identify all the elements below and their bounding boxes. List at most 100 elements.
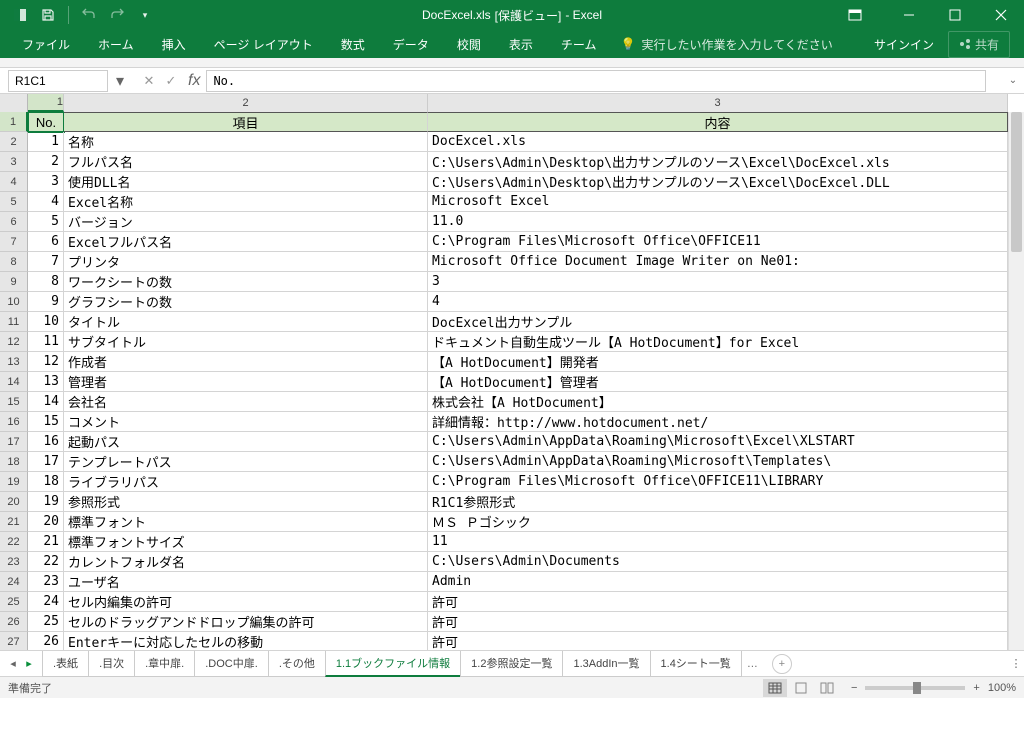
- cell-content[interactable]: C:\Users\Admin\AppData\Roaming\Microsoft…: [428, 432, 1008, 452]
- row-header[interactable]: 4: [0, 172, 28, 192]
- cell-item[interactable]: 標準フォント: [64, 512, 428, 532]
- cell-no[interactable]: 12: [28, 352, 64, 372]
- row-header[interactable]: 15: [0, 392, 28, 412]
- cell-no-header[interactable]: No.: [28, 112, 64, 132]
- cell-item[interactable]: セルのドラッグアンドドロップ編集の許可: [64, 612, 428, 632]
- tab-split-handle[interactable]: ⋮: [1008, 657, 1024, 670]
- cell-item[interactable]: カレントフォルダ名: [64, 552, 428, 572]
- cell-content[interactable]: C:\Users\Admin\AppData\Roaming\Microsoft…: [428, 452, 1008, 472]
- cell-item[interactable]: タイトル: [64, 312, 428, 332]
- tab-formulas[interactable]: 数式: [327, 30, 379, 58]
- row-header[interactable]: 8: [0, 252, 28, 272]
- row-header[interactable]: 6: [0, 212, 28, 232]
- row-header[interactable]: 5: [0, 192, 28, 212]
- column-header[interactable]: 1: [28, 94, 64, 112]
- cell-no[interactable]: 1: [28, 132, 64, 152]
- cell-no[interactable]: 15: [28, 412, 64, 432]
- tab-team[interactable]: チーム: [547, 30, 611, 58]
- cell-content[interactable]: 【A HotDocument】開発者: [428, 352, 1008, 372]
- cell-content[interactable]: 3: [428, 272, 1008, 292]
- page-break-view-icon[interactable]: [815, 679, 839, 697]
- vertical-scrollbar[interactable]: [1008, 112, 1024, 650]
- cell-content[interactable]: 11.0: [428, 212, 1008, 232]
- name-box-dropdown-icon[interactable]: ▾: [112, 71, 128, 91]
- row-header[interactable]: 19: [0, 472, 28, 492]
- ribbon-display-icon[interactable]: [832, 0, 878, 30]
- row-header[interactable]: 3: [0, 152, 28, 172]
- cell-item[interactable]: 標準フォントサイズ: [64, 532, 428, 552]
- row-header[interactable]: 17: [0, 432, 28, 452]
- cell-no[interactable]: 24: [28, 592, 64, 612]
- enter-formula-icon[interactable]: ✓: [160, 70, 182, 92]
- tab-file[interactable]: ファイル: [8, 30, 84, 58]
- cell-no[interactable]: 4: [28, 192, 64, 212]
- cell-content[interactable]: 11: [428, 532, 1008, 552]
- cell-item[interactable]: プリンタ: [64, 252, 428, 272]
- cell-content[interactable]: C:\Users\Admin\Documents: [428, 552, 1008, 572]
- cell-content[interactable]: ドキュメント自動生成ツール【A HotDocument】for Excel: [428, 332, 1008, 352]
- cell-item[interactable]: 名称: [64, 132, 428, 152]
- excel-icon[interactable]: [8, 3, 32, 27]
- cell-no[interactable]: 16: [28, 432, 64, 452]
- row-header[interactable]: 27: [0, 632, 28, 650]
- row-header[interactable]: 26: [0, 612, 28, 632]
- sheet-tab[interactable]: .DOC中扉.: [194, 651, 269, 677]
- cell-no[interactable]: 9: [28, 292, 64, 312]
- sheet-tab[interactable]: .章中扉.: [134, 651, 195, 677]
- cell-item[interactable]: ユーザ名: [64, 572, 428, 592]
- insert-function-icon[interactable]: fx: [188, 72, 200, 90]
- cell-no[interactable]: 17: [28, 452, 64, 472]
- horizontal-scrollbar[interactable]: [802, 656, 1008, 672]
- cell-content[interactable]: 許可: [428, 632, 1008, 650]
- cell-item[interactable]: サブタイトル: [64, 332, 428, 352]
- cell-no[interactable]: 21: [28, 532, 64, 552]
- sheet-tab[interactable]: 1.2参照設定一覧: [460, 651, 563, 677]
- tell-me-search[interactable]: 💡 実行したい作業を入力してください: [610, 36, 842, 53]
- cell-content-header[interactable]: 内容: [428, 112, 1008, 132]
- cell-item-header[interactable]: 項目: [64, 112, 428, 132]
- cell-item[interactable]: Enterキーに対応したセルの移動: [64, 632, 428, 650]
- worksheet-grid[interactable]: 1 2 3 1 No. 項目 内容 2 1 名称 DocExcel.xls 3 …: [0, 94, 1024, 650]
- tab-more-icon[interactable]: …: [741, 658, 764, 670]
- maximize-button[interactable]: [932, 0, 978, 30]
- cell-no[interactable]: 19: [28, 492, 64, 512]
- sheet-tab[interactable]: .目次: [88, 651, 135, 677]
- tab-view[interactable]: 表示: [495, 30, 547, 58]
- sheet-tab[interactable]: .表紙: [42, 651, 89, 677]
- cell-content[interactable]: C:\Users\Admin\Desktop\出力サンプルのソース\Excel\…: [428, 172, 1008, 192]
- cell-item[interactable]: 作成者: [64, 352, 428, 372]
- cell-no[interactable]: 5: [28, 212, 64, 232]
- cell-no[interactable]: 14: [28, 392, 64, 412]
- cell-no[interactable]: 2: [28, 152, 64, 172]
- row-header[interactable]: 24: [0, 572, 28, 592]
- tab-insert[interactable]: 挿入: [148, 30, 200, 58]
- cell-content[interactable]: ＭＳ Ｐゴシック: [428, 512, 1008, 532]
- cell-no[interactable]: 22: [28, 552, 64, 572]
- cell-no[interactable]: 18: [28, 472, 64, 492]
- cell-no[interactable]: 13: [28, 372, 64, 392]
- cell-content[interactable]: C:\Program Files\Microsoft Office\OFFICE…: [428, 232, 1008, 252]
- row-header[interactable]: 1: [0, 112, 28, 132]
- cell-no[interactable]: 8: [28, 272, 64, 292]
- cell-item[interactable]: 管理者: [64, 372, 428, 392]
- formula-input[interactable]: No.: [206, 70, 986, 92]
- cell-content[interactable]: 株式会社【A HotDocument】: [428, 392, 1008, 412]
- cell-content[interactable]: 詳細情報：http://www.hotdocument.net/: [428, 412, 1008, 432]
- zoom-in-button[interactable]: +: [973, 682, 979, 694]
- row-header[interactable]: 10: [0, 292, 28, 312]
- minimize-button[interactable]: [886, 0, 932, 30]
- cell-item[interactable]: Excel名称: [64, 192, 428, 212]
- normal-view-icon[interactable]: [763, 679, 787, 697]
- cell-content[interactable]: 【A HotDocument】管理者: [428, 372, 1008, 392]
- cell-item[interactable]: Excelフルパス名: [64, 232, 428, 252]
- add-sheet-button[interactable]: +: [772, 654, 792, 674]
- row-header[interactable]: 2: [0, 132, 28, 152]
- cell-item[interactable]: 起動パス: [64, 432, 428, 452]
- cell-item[interactable]: 会社名: [64, 392, 428, 412]
- row-header[interactable]: 11: [0, 312, 28, 332]
- expand-formula-bar-icon[interactable]: ⌄: [1004, 75, 1022, 86]
- share-button[interactable]: 共有: [948, 31, 1010, 58]
- row-header[interactable]: 9: [0, 272, 28, 292]
- zoom-out-button[interactable]: −: [851, 682, 857, 694]
- cell-content[interactable]: C:\Users\Admin\Desktop\出力サンプルのソース\Excel\…: [428, 152, 1008, 172]
